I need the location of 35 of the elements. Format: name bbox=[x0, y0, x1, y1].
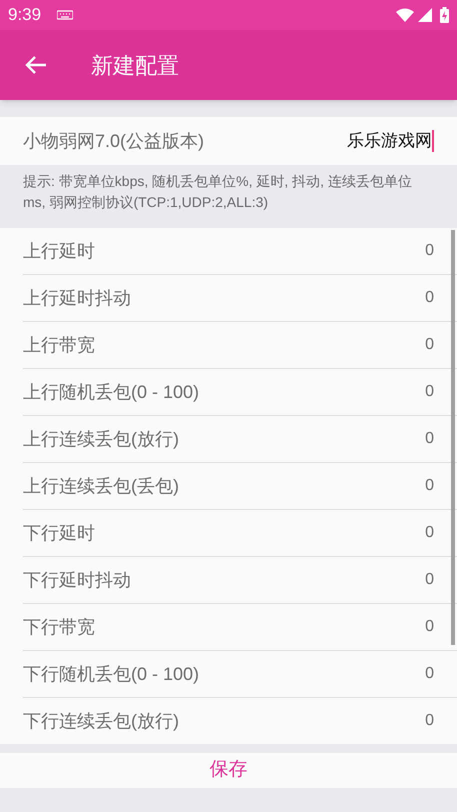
setting-label: 上行延时 bbox=[23, 240, 95, 262]
setting-value: 0 bbox=[425, 711, 434, 731]
setting-label: 下行连续丢包(放行) bbox=[23, 710, 179, 733]
setting-label: 上行延时抖动 bbox=[23, 286, 131, 310]
setting-value: 0 bbox=[425, 429, 434, 449]
status-time: 9:39 bbox=[8, 4, 42, 26]
setting-value: 0 bbox=[425, 335, 434, 355]
setting-row[interactable]: 下行随机丢包(0 - 100) 0 bbox=[23, 651, 457, 698]
setting-label: 下行随机丢包(0 - 100) bbox=[23, 662, 200, 686]
setting-value: 0 bbox=[425, 523, 434, 543]
back-arrow-icon bbox=[25, 55, 47, 75]
setting-value: 0 bbox=[425, 382, 434, 402]
signal-icon bbox=[418, 8, 432, 22]
setting-value: 0 bbox=[425, 617, 434, 637]
setting-label: 下行延时 bbox=[23, 522, 95, 544]
setting-label: 上行随机丢包(0 - 100) bbox=[23, 380, 200, 404]
setting-value: 0 bbox=[425, 570, 434, 590]
setting-value: 0 bbox=[425, 241, 434, 261]
battery-icon bbox=[440, 7, 449, 23]
setting-value: 0 bbox=[425, 664, 434, 684]
setting-label: 下行延时抖动 bbox=[23, 568, 131, 592]
name-input-field[interactable]: 乐乐游戏网 bbox=[347, 128, 434, 154]
keyboard-icon bbox=[57, 10, 74, 20]
hint-text: 提示: 带宽单位kbps, 随机丢包单位%, 延时, 抖动, 连续丢包单位ms, 弱网控制协议(TCP:1,UDP:2,ALL:3) bbox=[22, 172, 413, 212]
name-label: 小物弱网7.0(公益版本) bbox=[23, 130, 204, 153]
setting-label: 下行带宽 bbox=[23, 616, 95, 638]
setting-value: 0 bbox=[425, 288, 434, 308]
setting-label: 上行连续丢包(放行) bbox=[23, 428, 179, 451]
setting-value: 0 bbox=[425, 476, 434, 496]
setting-label: 上行连续丢包(丢包) bbox=[23, 474, 179, 498]
save-button[interactable]: 保存 bbox=[0, 753, 457, 788]
wifi-icon bbox=[396, 8, 414, 22]
setting-label: 上行带宽 bbox=[23, 334, 95, 356]
setting-row[interactable]: 下行连续丢包(放行) 0 bbox=[23, 698, 457, 744]
screen-title: 新建配置 bbox=[91, 52, 179, 80]
